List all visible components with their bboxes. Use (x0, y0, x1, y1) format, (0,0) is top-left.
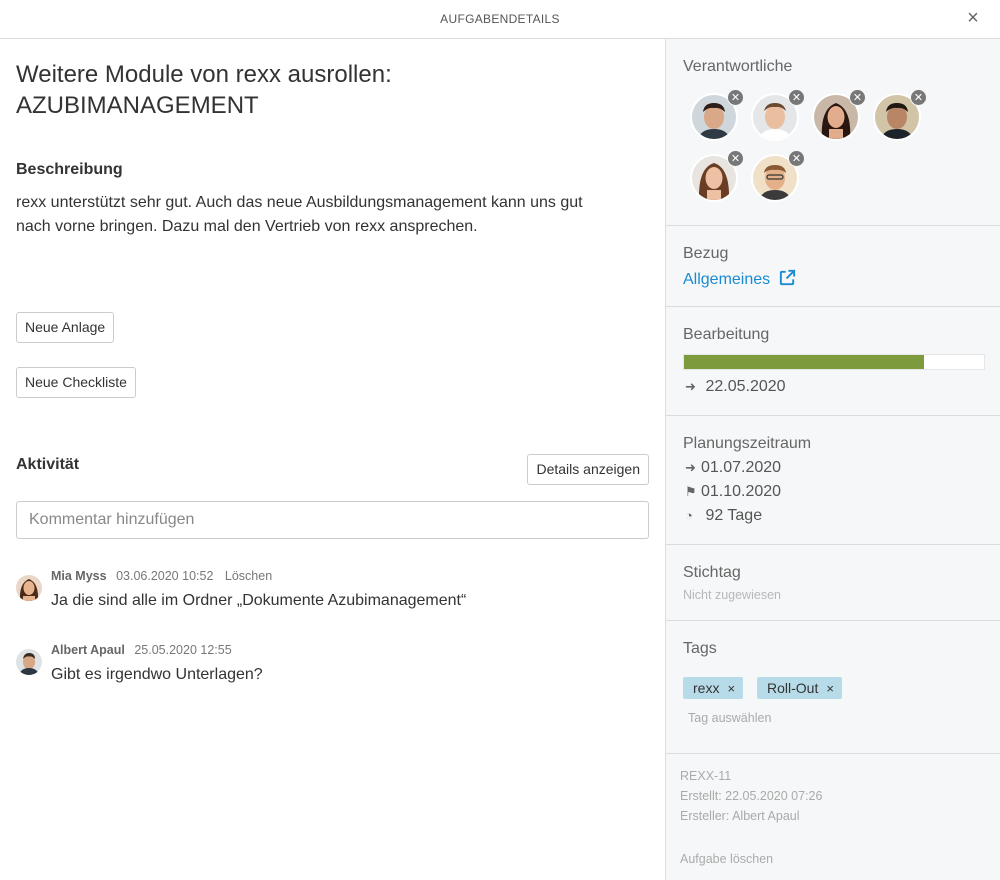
comment-date: 03.06.2020 10:52 (116, 569, 214, 583)
tag-chip: rexx × (683, 677, 744, 699)
responsible-avatar[interactable]: ✕ (751, 150, 805, 202)
reference-link[interactable]: Allgemeines (683, 268, 797, 289)
description-line1: rexx unterstützt sehr gut. Auch das neue… (16, 194, 583, 211)
reference-label: Bezug (683, 245, 729, 262)
sign-in-icon: ➜ (685, 460, 696, 475)
responsible-avatar[interactable]: ✕ (690, 150, 744, 202)
responsible-avatar[interactable]: ✕ (812, 89, 866, 141)
task-main-panel: Weitere Module von rexx ausrollen: AZUBI… (0, 39, 665, 880)
remove-tag-icon[interactable]: × (727, 681, 735, 696)
comment-input[interactable] (16, 501, 649, 539)
reference-link-text: Allgemeines (683, 271, 771, 288)
flag-checkered-icon: ⚑ (685, 484, 697, 499)
avatar (16, 575, 42, 601)
responsible-section: Verantwortliche ✕ ✕ ✕ ✕ ✕ ✕ (666, 39, 1000, 226)
deadline-section: Stichtag Nicht zugewiesen (666, 545, 1000, 621)
delete-comment-link[interactable]: Löschen (225, 569, 272, 583)
tag-select-input[interactable]: Tag auswählen (688, 711, 771, 725)
remove-responsible-icon[interactable]: ✕ (849, 89, 866, 106)
remove-responsible-icon[interactable]: ✕ (727, 89, 744, 106)
deadline-label: Stichtag (683, 564, 741, 581)
tag-label: rexx (693, 680, 720, 696)
dialog-title: AUFGABENDETAILS (440, 12, 560, 26)
remove-responsible-icon[interactable]: ✕ (788, 150, 805, 167)
task-title: Weitere Module von rexx ausrollen: AZUBI… (16, 59, 636, 121)
close-icon[interactable]: × (962, 7, 984, 29)
planning-section: Planungszeitraum ➜ 01.07.2020 ⚑ 01.10.2020… (666, 416, 1000, 545)
comment-text: Gibt es irgendwo Unterlagen? (51, 666, 263, 683)
responsible-avatar[interactable]: ✕ (690, 89, 744, 141)
external-link-icon (779, 269, 795, 286)
task-creator: Ersteller: Albert Apaul (680, 809, 800, 823)
planning-duration: ◔ 92 Tage (685, 507, 762, 525)
remove-responsible-icon[interactable]: ✕ (788, 89, 805, 106)
processing-date-value: 22.05.2020 (705, 378, 786, 395)
task-key: REXX-11 (680, 769, 732, 783)
responsible-avatar[interactable]: ✕ (873, 89, 927, 141)
tags-label: Tags (683, 640, 717, 657)
comment-meta: Albert Apaul 25.05.2020 12:55 (51, 643, 240, 657)
progress-bar (683, 354, 985, 370)
task-created: Erstellt: 22.05.2020 07:26 (680, 789, 823, 803)
tag-label: Roll-Out (767, 680, 819, 696)
comment-date: 25.05.2020 12:55 (134, 643, 232, 657)
task-sidebar: Verantwortliche ✕ ✕ ✕ ✕ ✕ ✕ Bezug Allgem… (665, 39, 1000, 880)
remove-responsible-icon[interactable]: ✕ (910, 89, 927, 106)
comment-author: Albert Apaul (51, 643, 125, 657)
new-checklist-button[interactable]: Neue Checkliste (16, 367, 136, 398)
planning-start-value: 01.07.2020 (701, 459, 782, 476)
avatar (16, 649, 42, 675)
activity-label: Aktivität (16, 456, 80, 473)
dialog-header: AUFGABENDETAILS × (0, 0, 1000, 39)
planning-start: ➜ 01.07.2020 (685, 459, 781, 477)
sign-in-icon: ➜ (685, 379, 696, 394)
processing-label: Bearbeitung (683, 326, 770, 343)
description-label: Beschreibung (16, 161, 123, 178)
remove-responsible-icon[interactable]: ✕ (727, 150, 744, 167)
comment-author: Mia Myss (51, 569, 107, 583)
planning-duration-value: 92 Tage (705, 507, 763, 524)
task-title-line1: Weitere Module von rexx ausrollen: (16, 61, 392, 88)
clock-icon: ◔ (685, 508, 693, 523)
delete-task-link[interactable]: Aufgabe löschen (680, 852, 773, 866)
remove-tag-icon[interactable]: × (826, 681, 834, 696)
description-line2: nach vorne bringen. Dazu mal den Vertrie… (16, 218, 478, 235)
task-title-line2: AZUBIMANAGEMENT (16, 92, 259, 119)
comment-text: Ja die sind alle im Ordner „Dokumente Az… (51, 592, 467, 609)
progress-fill (684, 355, 924, 369)
show-details-button[interactable]: Details anzeigen (527, 454, 649, 485)
planning-end: ⚑ 01.10.2020 (685, 483, 781, 501)
comment-meta: Mia Myss 03.06.2020 10:52 Löschen (51, 569, 272, 583)
responsible-avatar[interactable]: ✕ (751, 89, 805, 141)
planning-label: Planungszeitraum (683, 435, 812, 452)
new-attachment-button[interactable]: Neue Anlage (16, 312, 115, 343)
description-text[interactable]: rexx unterstützt sehr gut. Auch das neue… (16, 191, 636, 239)
tag-chip: Roll-Out × (757, 677, 842, 699)
processing-date: ➜ 22.05.2020 (685, 378, 786, 396)
deadline-value[interactable]: Nicht zugewiesen (683, 588, 781, 602)
responsible-label: Verantwortliche (683, 58, 793, 75)
processing-section: Bearbeitung ➜ 22.05.2020 (666, 307, 1000, 416)
tags-section: Tags rexx × Roll-Out × Tag auswählen (666, 621, 1000, 754)
planning-end-value: 01.10.2020 (701, 483, 782, 500)
reference-section: Bezug Allgemeines (666, 226, 1000, 307)
